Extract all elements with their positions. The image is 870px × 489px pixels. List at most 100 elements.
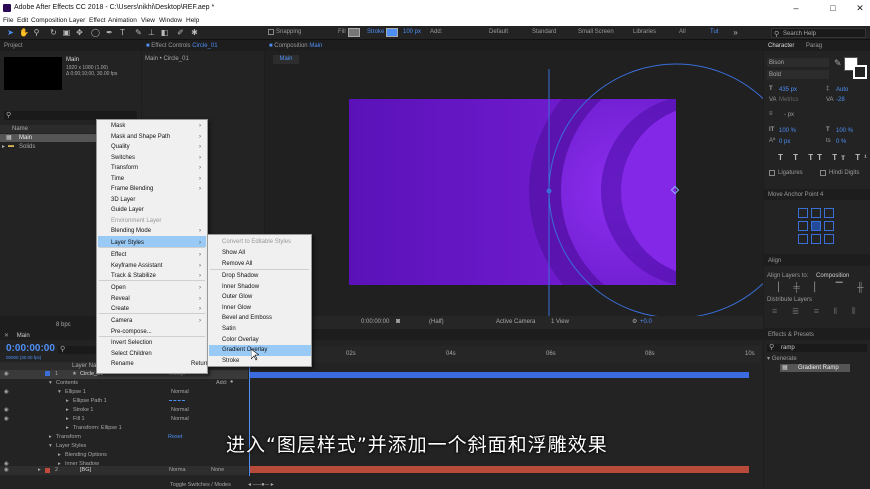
eye-icon[interactable]: ◉: [4, 467, 9, 473]
eyedropper-icon[interactable]: ✎: [834, 58, 842, 69]
reset-exposure-icon[interactable]: ⚙: [632, 318, 637, 325]
submenu-item[interactable]: Gradient Overlay: [222, 345, 267, 356]
align-to-select[interactable]: Composition: [816, 273, 849, 279]
effect-item-gradient-ramp[interactable]: ▦ Gradient Ramp: [780, 364, 850, 372]
font-size-value[interactable]: 435 px: [779, 87, 797, 93]
camera-tool-icon[interactable]: ▣: [62, 28, 71, 37]
label-color-swatch[interactable]: [45, 371, 50, 376]
clone-stamp-tool-icon[interactable]: ⊥: [147, 28, 156, 37]
context-menu-item[interactable]: Mask ›: [111, 121, 205, 132]
expand-arrow-icon[interactable]: ▸: [66, 407, 69, 413]
property-row[interactable]: ▸ Transform Reset: [0, 433, 248, 442]
submenu-item[interactable]: Color Overlay: [222, 335, 259, 346]
toggle-switches-modes[interactable]: Toggle Switches / Modes: [170, 482, 231, 488]
fill-swatch[interactable]: [348, 28, 360, 37]
menu-composition[interactable]: Composition: [31, 17, 67, 24]
submenu-item[interactable]: Outer Glow: [222, 292, 252, 303]
puppet-tool-icon[interactable]: ✱: [190, 28, 199, 37]
expand-arrow-icon[interactable]: ▸: [38, 467, 41, 473]
context-menu-item[interactable]: Select Children: [111, 349, 205, 360]
blend-mode-select[interactable]: Normal: [171, 407, 189, 413]
tracking-value[interactable]: -28: [836, 97, 845, 103]
stroke-swatch[interactable]: [386, 28, 398, 37]
property-row[interactable]: ▾ Contents Add: ●: [0, 379, 248, 388]
property-row[interactable]: ▾ Layer Styles: [0, 442, 248, 451]
stroke-color-swatch[interactable]: [853, 65, 867, 79]
submenu-item[interactable]: Satin: [222, 324, 236, 335]
context-menu-item[interactable]: Reveal ›: [111, 294, 205, 305]
property-row[interactable]: ▸ Transform: Ellipse 1: [0, 424, 248, 433]
menu-help[interactable]: Help: [186, 17, 199, 24]
exposure-value[interactable]: +0.0: [640, 319, 652, 325]
expand-arrow-icon[interactable]: ▸: [58, 452, 61, 458]
effect-controls-tab[interactable]: ■ Effect Controls Circle_01: [142, 41, 264, 51]
column-name[interactable]: Name: [12, 126, 28, 132]
type-tool-icon[interactable]: T: [118, 28, 127, 37]
context-menu-item[interactable]: Invert Selection: [111, 338, 205, 349]
menu-effect[interactable]: Effect: [89, 17, 106, 24]
comp-viewer-canvas[interactable]: [265, 41, 763, 329]
close-icon[interactable]: ✕: [4, 333, 9, 339]
ligatures-checkbox[interactable]: [769, 170, 775, 176]
context-menu-item[interactable]: Blending Mode ›: [111, 226, 205, 237]
blend-mode-select[interactable]: Normal: [171, 389, 189, 395]
context-menu-item[interactable]: Open ›: [111, 283, 205, 294]
add-label[interactable]: Add:: [430, 29, 442, 35]
expand-arrow-icon[interactable]: ▾: [49, 443, 52, 449]
menu-window[interactable]: Window: [159, 17, 182, 24]
context-menu-item[interactable]: Camera ›: [111, 316, 205, 327]
eye-icon[interactable]: ◉: [4, 416, 9, 422]
eraser-tool-icon[interactable]: ◧: [160, 28, 169, 37]
context-menu-item[interactable]: Transform ›: [111, 163, 205, 174]
label-color-swatch[interactable]: [45, 468, 50, 473]
pan-behind-tool-icon[interactable]: ✥: [75, 28, 84, 37]
blend-mode-select[interactable]: Norma: [169, 467, 186, 473]
anchor-point-grid[interactable]: [798, 208, 834, 244]
timeline-search-input[interactable]: ⚲: [58, 346, 96, 354]
selection-tool-icon[interactable]: ➤: [6, 28, 15, 37]
workspace-tut[interactable]: Tut: [710, 29, 718, 35]
effects-presets-tab[interactable]: Effects & Presets: [764, 330, 870, 340]
context-menu-item[interactable]: 3D Layer: [111, 195, 205, 206]
property-row[interactable]: ▸ Blending Options: [0, 451, 248, 460]
horizontal-scale-value[interactable]: 100 %: [836, 128, 853, 134]
property-row[interactable]: ◉ ▸ Stroke 1 Normal: [0, 406, 248, 415]
expand-arrow-icon[interactable]: ▾: [58, 389, 61, 395]
pen-tool-icon[interactable]: ✒: [105, 28, 114, 37]
submenu-item[interactable]: Stroke: [222, 356, 239, 367]
bpc-label[interactable]: 8 bpc: [56, 322, 71, 328]
stroke-width-value[interactable]: - px: [784, 112, 794, 118]
time-ruler[interactable]: 0s 02s 04s 06s 08s 10s: [249, 346, 761, 362]
expand-arrow-icon[interactable]: ▸: [66, 425, 69, 431]
fill-label[interactable]: Fill: [338, 29, 346, 35]
layer-row-bg[interactable]: ◉ ▸ 2 [BG] Norma None: [0, 466, 248, 475]
expand-arrow-icon[interactable]: ▸: [66, 398, 69, 404]
reset-button[interactable]: Reset: [168, 434, 182, 440]
workspace-default[interactable]: Default: [489, 29, 508, 35]
stroke-label[interactable]: Stroke: [367, 29, 384, 35]
font-style-select[interactable]: Bold: [767, 70, 829, 79]
tsume-value[interactable]: 0 %: [836, 139, 846, 145]
submenu-item[interactable]: Inner Glow: [222, 303, 251, 314]
eye-icon[interactable]: ◉: [4, 407, 9, 413]
context-menu-item[interactable]: Switches ›: [111, 153, 205, 164]
viewer-timecode[interactable]: 0:00:00:00: [361, 319, 389, 325]
resolution-select[interactable]: (Half): [429, 319, 444, 325]
submenu-item[interactable]: Bevel and Emboss: [222, 313, 272, 324]
camera-select[interactable]: Active Camera: [496, 319, 535, 325]
align-tab[interactable]: Align: [764, 256, 870, 266]
brush-tool-icon[interactable]: ✎: [134, 28, 143, 37]
maximize-button[interactable]: □: [818, 2, 848, 14]
add-property-button[interactable]: Add:: [216, 380, 227, 386]
minimize-button[interactable]: –: [781, 2, 811, 14]
workspace-standard[interactable]: Standard: [532, 29, 556, 35]
character-tab[interactable]: Character: [768, 43, 794, 49]
eye-icon[interactable]: ◉: [4, 389, 9, 395]
menu-edit[interactable]: Edit: [17, 17, 28, 24]
distribute-buttons[interactable]: ≡ ≣ ≡ ‖ ⦀ ‖: [772, 306, 870, 317]
context-menu-item[interactable]: Mask and Shape Path ›: [111, 132, 205, 143]
layer-duration-bar[interactable]: [249, 372, 749, 378]
context-menu-item[interactable]: Frame Blending ›: [111, 184, 205, 195]
add-circle-icon[interactable]: ●: [230, 379, 233, 385]
eye-icon[interactable]: ◉: [4, 371, 9, 377]
